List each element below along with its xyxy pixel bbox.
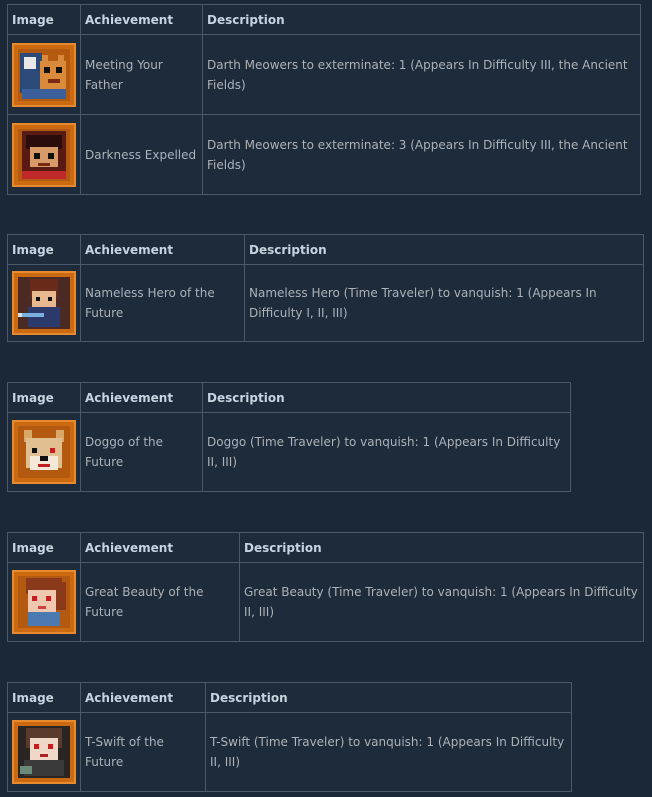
header-achievement: Achievement (80, 234, 245, 265)
achievement-description: Great Beauty (Time Traveler) to vanquish… (239, 562, 644, 642)
table-row: Great Beauty of the Future Great Beauty … (7, 562, 644, 642)
header-description: Description (202, 382, 571, 413)
table-row: Nameless Hero of the Future Nameless Her… (7, 264, 644, 342)
header-description: Description (202, 4, 641, 35)
achievement-description: Darth Meowers to exterminate: 1 (Appears… (202, 34, 641, 115)
image-cell (7, 712, 81, 792)
header-achievement: Achievement (80, 4, 203, 35)
great-beauty-icon (12, 570, 76, 634)
table-header-row: Image Achievement Description (7, 382, 571, 413)
achievement-name: Meeting Your Father (80, 34, 203, 115)
image-cell (7, 412, 81, 492)
header-achievement: Achievement (80, 682, 206, 713)
t-swift-icon (12, 720, 76, 784)
header-description: Description (244, 234, 644, 265)
dark-hooded-hero-icon (12, 122, 76, 187)
achievement-table-4: Image Achievement Description Great Beau… (7, 532, 644, 642)
table-row: T-Swift of the Future T-Swift (Time Trav… (7, 712, 572, 792)
achievement-name: Doggo of the Future (80, 412, 203, 492)
header-achievement: Achievement (80, 532, 240, 563)
image-cell (7, 264, 81, 342)
achievement-name: Nameless Hero of the Future (80, 264, 245, 342)
achievement-description: T-Swift (Time Traveler) to vanquish: 1 (… (205, 712, 572, 792)
header-image: Image (7, 682, 81, 713)
header-description: Description (205, 682, 572, 713)
image-cell (7, 562, 81, 642)
image-cell (7, 34, 81, 115)
achievement-table-5: Image Achievement Description T-Swift of… (7, 682, 572, 792)
achievement-name: Great Beauty of the Future (80, 562, 240, 642)
table-row: Meeting Your Father Darth Meowers to ext… (7, 34, 641, 115)
table-header-row: Image Achievement Description (7, 532, 644, 563)
table-row: Doggo of the Future Doggo (Time Traveler… (7, 412, 571, 492)
achievement-table-1: Image Achievement Description Meeting Yo… (7, 4, 641, 195)
table-header-row: Image Achievement Description (7, 682, 572, 713)
image-cell (7, 114, 81, 195)
table-header-row: Image Achievement Description (7, 4, 641, 35)
achievement-description: Doggo (Time Traveler) to vanquish: 1 (Ap… (202, 412, 571, 492)
header-image: Image (7, 382, 81, 413)
header-achievement: Achievement (80, 382, 203, 413)
header-image: Image (7, 234, 81, 265)
header-image: Image (7, 4, 81, 35)
header-image: Image (7, 532, 81, 563)
achievement-table-3: Image Achievement Description Doggo of t… (7, 382, 571, 492)
doggo-icon (12, 420, 76, 484)
achievement-name: Darkness Expelled (80, 114, 203, 195)
achievement-description: Darth Meowers to exterminate: 3 (Appears… (202, 114, 641, 195)
achievement-name: T-Swift of the Future (80, 712, 206, 792)
header-description: Description (239, 532, 644, 563)
nameless-hero-icon (12, 271, 76, 335)
table-header-row: Image Achievement Description (7, 234, 644, 265)
table-row: Darkness Expelled Darth Meowers to exter… (7, 114, 641, 195)
achievement-table-2: Image Achievement Description Nameless H… (7, 234, 644, 342)
achievement-description: Nameless Hero (Time Traveler) to vanquis… (244, 264, 644, 342)
kitten-helmet-icon (12, 42, 76, 107)
